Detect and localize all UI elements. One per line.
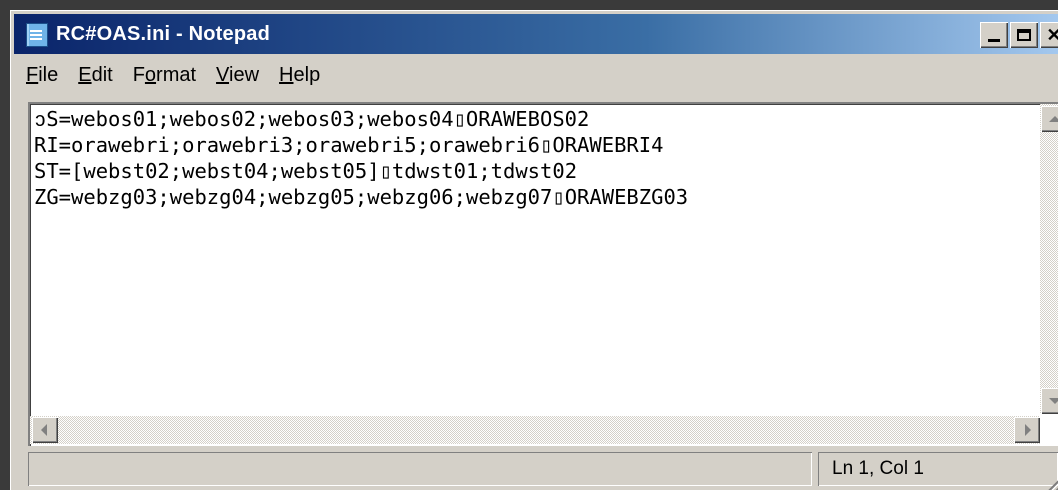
menu-view[interactable]: View (216, 64, 259, 87)
chevron-up-icon (1049, 116, 1058, 122)
scroll-right-button[interactable] (1014, 417, 1040, 443)
notepad-window: RC#OAS.ini - Notepad ✕ File Edit Format … (10, 10, 1058, 490)
scroll-up-button[interactable] (1041, 106, 1058, 132)
menu-help[interactable]: Help (279, 64, 320, 87)
close-icon: ✕ (1046, 24, 1058, 45)
text-editor[interactable]: ↄS=webos01;webos02;webos03;webos04▯ORAWE… (28, 102, 1058, 446)
minimize-button[interactable] (980, 22, 1008, 48)
menu-format[interactable]: Format (133, 64, 196, 87)
notepad-icon[interactable] (26, 23, 48, 47)
status-message-pane (28, 452, 812, 486)
chevron-left-icon (41, 424, 47, 436)
cursor-position: Ln 1, Col 1 (818, 452, 1058, 486)
resize-grip-icon[interactable] (1046, 468, 1058, 490)
caption-buttons: ✕ (978, 22, 1058, 48)
chevron-down-icon (1049, 398, 1058, 404)
maximize-button[interactable] (1010, 22, 1038, 48)
window-title: RC#OAS.ini - Notepad (56, 23, 271, 45)
vertical-scrollbar[interactable] (1040, 104, 1058, 414)
scroll-left-button[interactable] (32, 417, 58, 443)
minimize-icon (988, 38, 1000, 42)
chevron-right-icon (1025, 424, 1031, 436)
menu-edit[interactable]: Edit (78, 64, 112, 87)
editor-text[interactable]: ↄS=webos01;webos02;webos03;webos04▯ORAWE… (34, 106, 688, 210)
scroll-down-button[interactable] (1041, 388, 1058, 414)
maximize-icon (1017, 29, 1031, 41)
status-bar: Ln 1, Col 1 (28, 452, 1058, 490)
close-button[interactable]: ✕ (1040, 22, 1058, 48)
horizontal-scrollbar[interactable] (30, 416, 1040, 444)
menu-file[interactable]: File (26, 64, 58, 87)
title-bar[interactable]: RC#OAS.ini - Notepad ✕ (14, 14, 1058, 54)
menu-bar: File Edit Format View Help (14, 60, 328, 90)
